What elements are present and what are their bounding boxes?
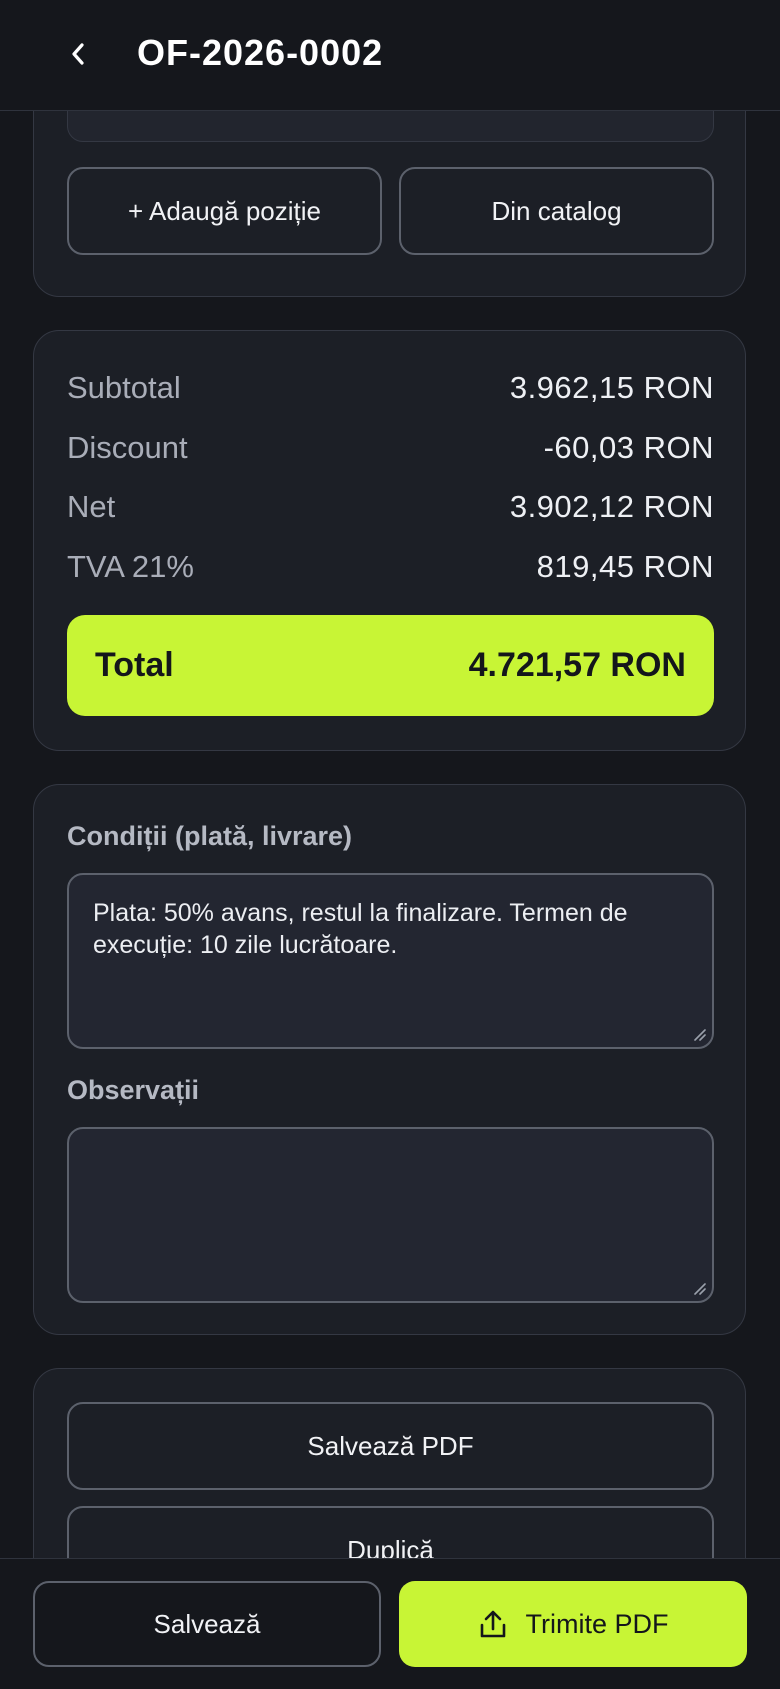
conditions-label: Condiții (plată, livrare) bbox=[67, 821, 353, 851]
net-value: 3.902,12 RON bbox=[509, 489, 714, 524]
net-row: Net 3.902,12 RON bbox=[67, 487, 714, 527]
notes-card: Condiții (plată, livrare) Plata: 50% ava… bbox=[33, 784, 746, 1335]
discount-value: -60,03 RON bbox=[543, 430, 714, 465]
chevron-left-icon bbox=[72, 43, 84, 65]
total-label: Total bbox=[95, 646, 174, 684]
conditions-textarea[interactable]: Plata: 50% avans, restul la finalizare. … bbox=[67, 873, 714, 1049]
net-label: Net bbox=[67, 489, 116, 524]
total-value: 4.721,57 RON bbox=[468, 646, 686, 684]
share-upload-icon bbox=[480, 1610, 505, 1638]
save-pdf-button[interactable]: Salvează PDF bbox=[67, 1402, 714, 1490]
conditions-text: Plata: 50% avans, restul la finalizare. … bbox=[93, 899, 628, 959]
total-banner: Total 4.721,57 RON bbox=[67, 615, 714, 716]
send-pdf-button[interactable]: Trimite PDF bbox=[399, 1581, 747, 1667]
app-header: OF-2026-0002 bbox=[0, 0, 780, 111]
discount-row: Discount -60,03 RON bbox=[67, 428, 714, 468]
send-pdf-label: Trimite PDF bbox=[525, 1608, 669, 1639]
add-item-button[interactable]: + Adaugă poziție bbox=[67, 167, 382, 255]
save-button[interactable]: Salvează bbox=[33, 1581, 381, 1667]
vat-value: 819,45 RON bbox=[536, 549, 714, 584]
item-row-box bbox=[67, 111, 714, 142]
from-catalog-button[interactable]: Din catalog bbox=[399, 167, 714, 255]
vat-row: TVA 21% 819,45 RON bbox=[67, 547, 714, 587]
back-button[interactable] bbox=[58, 32, 98, 76]
vat-label: TVA 21% bbox=[67, 549, 194, 584]
observations-textarea[interactable] bbox=[67, 1127, 714, 1303]
discount-label: Discount bbox=[67, 430, 188, 465]
totals-card: Subtotal 3.962,15 RON Discount -60,03 RO… bbox=[33, 330, 746, 751]
offer-editor-scroll[interactable]: + Adaugă poziție Din catalog Subtotal 3.… bbox=[0, 111, 780, 1558]
subtotal-value: 3.962,15 RON bbox=[509, 370, 714, 405]
subtotal-row: Subtotal 3.962,15 RON bbox=[67, 368, 714, 408]
observations-label: Observații bbox=[67, 1075, 200, 1105]
resize-handle-icon[interactable] bbox=[692, 1281, 706, 1295]
document-actions-card: Salvează PDF Duplică bbox=[33, 1368, 746, 1558]
bottom-action-bar: Salvează Trimite PDF bbox=[0, 1558, 780, 1689]
resize-handle-icon[interactable] bbox=[692, 1027, 706, 1041]
page-title: OF-2026-0002 bbox=[137, 32, 384, 73]
subtotal-label: Subtotal bbox=[67, 370, 181, 405]
items-card: + Adaugă poziție Din catalog bbox=[33, 111, 746, 297]
duplicate-button[interactable]: Duplică bbox=[67, 1506, 714, 1558]
